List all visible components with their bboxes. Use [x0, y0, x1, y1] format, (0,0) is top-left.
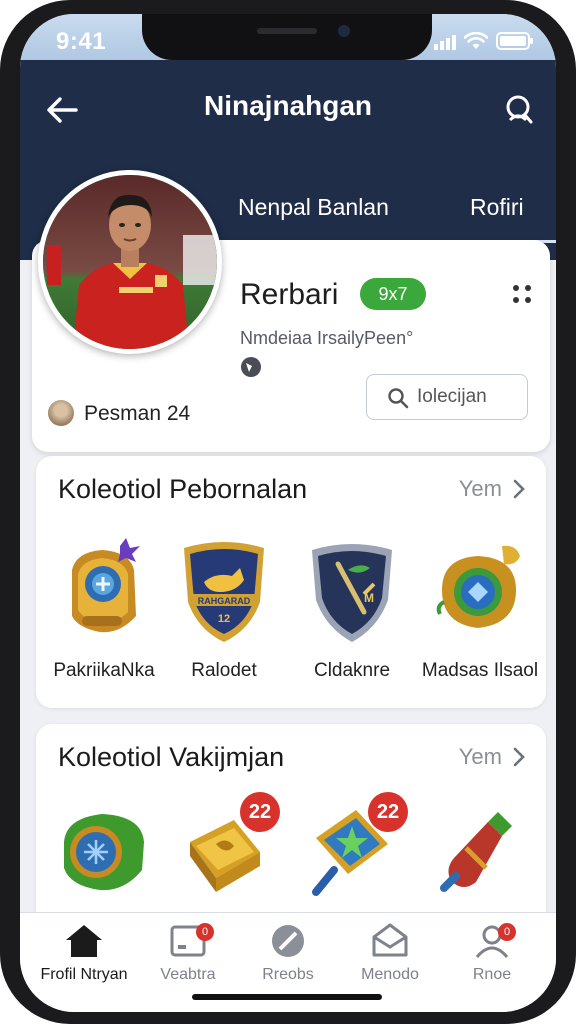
- collection-item[interactable]: [44, 796, 164, 906]
- globe-icon: [240, 356, 262, 378]
- count-badge: 22: [368, 792, 408, 832]
- count-badge: 22: [240, 792, 280, 832]
- profile-subtitle: Nmdeiaa IrsailyPeen°: [240, 328, 414, 348]
- front-camera: [338, 25, 350, 37]
- collection-item[interactable]: Madsas Ilsaol: [420, 536, 540, 682]
- svg-text:RAHGARAD: RAHGARAD: [198, 596, 251, 606]
- bracer-icon: [72, 538, 140, 633]
- section-title: Koleotiol Vakijmjan: [58, 742, 285, 772]
- section-title: Koleotiol Pebornalan: [58, 474, 308, 504]
- nav-item-messages[interactable]: Menodo: [340, 923, 440, 985]
- svg-text:12: 12: [218, 613, 230, 625]
- score-badge: 9x7: [360, 278, 426, 310]
- chevron-right-icon: [513, 747, 525, 767]
- chevron-right-icon: [513, 479, 525, 499]
- status-icons: [434, 32, 534, 50]
- amulet-icon: [436, 545, 520, 628]
- screen: 9:41 Ninajnahgan Nenpal Banlan Rofiri Re…: [20, 14, 556, 1012]
- compass-icon: [272, 925, 304, 957]
- collection-search-field[interactable]: [366, 374, 528, 420]
- profile-name: Rerbari: [240, 278, 339, 311]
- collection-section-2: Koleotiol Vakijmjan Yem 22 22: [36, 724, 546, 934]
- tab-main[interactable]: Nenpal Banlan: [238, 194, 389, 221]
- svg-text:M: M: [364, 591, 374, 605]
- nav-badge: 0: [498, 923, 516, 941]
- shield-sword-icon: M: [312, 544, 392, 642]
- nav-label: Frofil Ntryan: [40, 966, 128, 983]
- collection-item[interactable]: M Cldaknre: [292, 536, 412, 682]
- nav-item-account[interactable]: 0 Rnoe: [442, 923, 542, 985]
- nav-label: Menodo: [361, 966, 419, 983]
- nav-item-profile[interactable]: Frofil Ntryan: [34, 923, 134, 985]
- green-bracer-icon: [64, 814, 144, 891]
- owner-avatar-icon: [48, 400, 74, 426]
- profile-search-icon[interactable]: [498, 90, 538, 130]
- item-label: Ralodet: [191, 660, 257, 681]
- see-all-link[interactable]: Yem: [459, 744, 526, 770]
- nav-item-cards[interactable]: 0 Veabtra: [138, 923, 238, 985]
- home-indicator: [192, 994, 382, 1000]
- collection-item[interactable]: RAHGARAD 12 Ralodet: [164, 536, 284, 682]
- avatar[interactable]: [38, 170, 222, 354]
- collection-item[interactable]: [420, 796, 540, 906]
- speaker: [257, 28, 317, 34]
- collection-item[interactable]: 22: [164, 792, 284, 906]
- home-icon: [66, 925, 102, 957]
- nav-badge: 0: [196, 923, 214, 941]
- wifi-icon: [464, 32, 488, 50]
- nav-item-explore[interactable]: Rreobs: [238, 923, 338, 985]
- nav-label: Veabtra: [160, 966, 216, 983]
- item-label: Cldaknre: [313, 660, 391, 681]
- shield-badge-icon: RAHGARAD 12: [184, 542, 264, 642]
- collection-item[interactable]: 22: [292, 792, 412, 906]
- nav-label: Rnoe: [472, 966, 512, 983]
- collection-section-1: Koleotiol Pebornalan Yem PakriikaNka RAH…: [36, 456, 546, 708]
- more-options-icon[interactable]: [510, 282, 534, 306]
- item-label: Madsas Ilsaol: [421, 660, 539, 681]
- signal-icon: [434, 35, 456, 50]
- item-label: PakriikaNka: [53, 660, 155, 681]
- battery-icon: [496, 32, 534, 50]
- see-all-label: Yem: [458, 476, 502, 501]
- search-icon: [387, 387, 409, 409]
- collection-item[interactable]: PakriikaNka: [44, 536, 164, 682]
- notch: [142, 14, 432, 60]
- search-input[interactable]: [417, 375, 523, 419]
- page-title: Ninajnahgan: [203, 90, 372, 121]
- owner-label: Pesman 24: [84, 402, 191, 425]
- status-time: 9:41: [56, 28, 107, 55]
- potion-icon: [440, 812, 512, 892]
- see-all-link[interactable]: Yem: [459, 476, 526, 502]
- nav-label: Rreobs: [262, 966, 314, 983]
- mail-icon: [372, 923, 408, 957]
- see-all-label: Yem: [458, 744, 502, 769]
- tab-profile[interactable]: Rofiri: [470, 194, 524, 221]
